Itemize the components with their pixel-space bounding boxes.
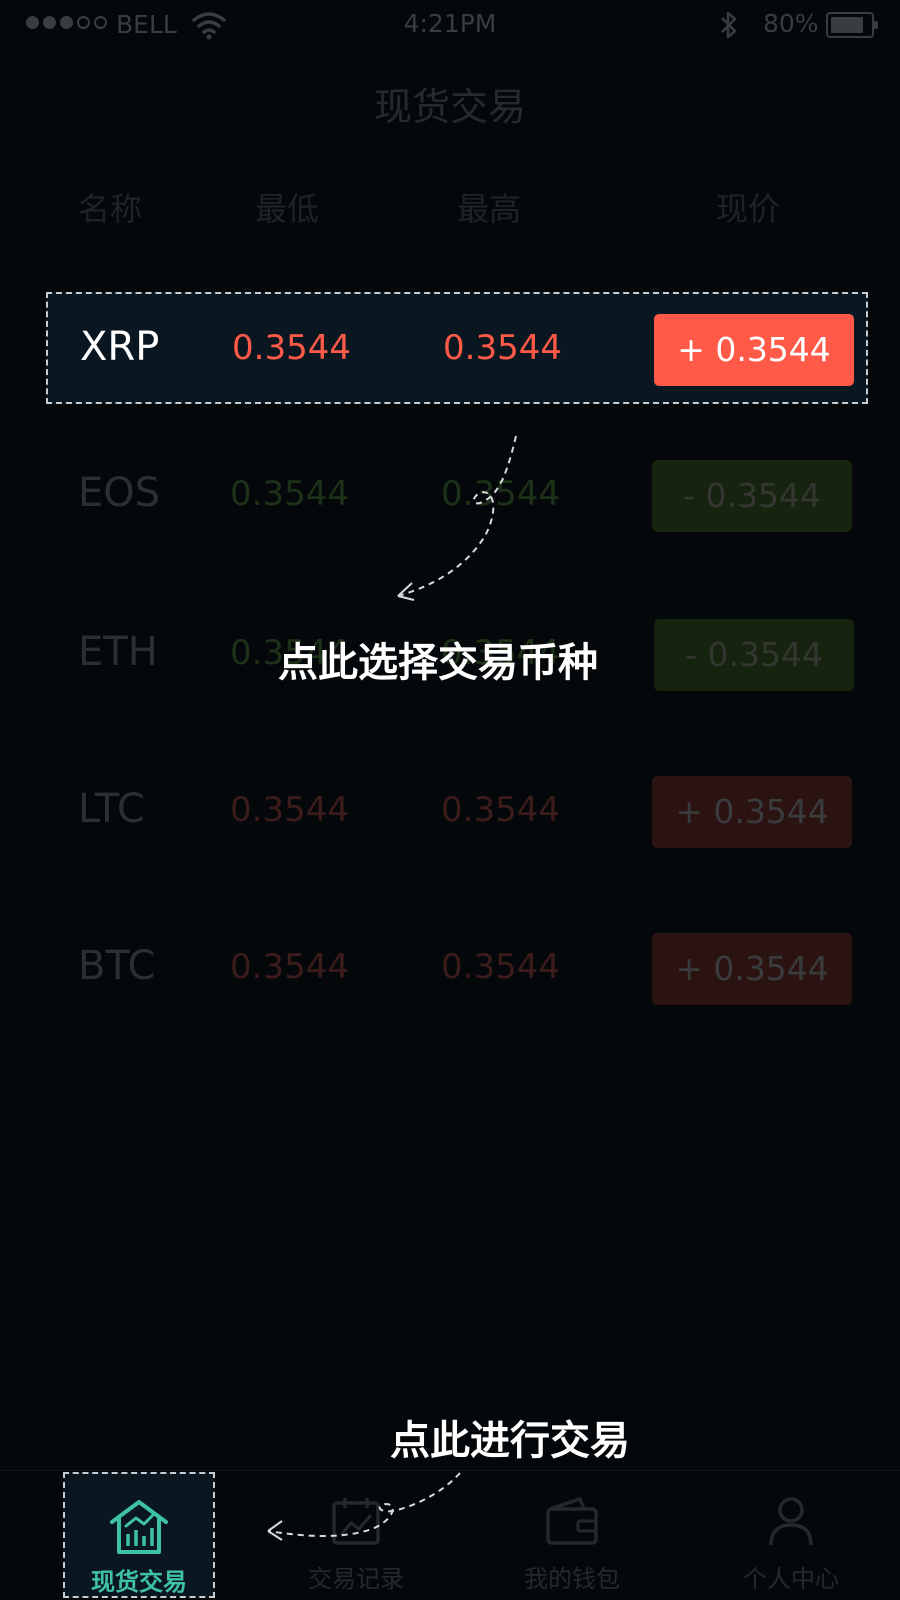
column-header-name: 名称: [78, 190, 143, 228]
app-screen: BELL 4:21PM 80% 现货交易 名称 最低 最高 现价 XRP 0.3…: [0, 0, 900, 1600]
status-bar: BELL 4:21PM 80%: [0, 0, 900, 48]
tab-spot-trading[interactable]: 现货交易: [63, 1472, 215, 1598]
market-row-eos[interactable]: EOS 0.3544 0.3544 - 0.3544: [46, 440, 866, 552]
row-current-price-badge: - 0.3544: [654, 619, 854, 691]
row-high-price: 0.3544: [443, 328, 562, 368]
guide-trade-here-text: 点此进行交易: [390, 1418, 630, 1464]
row-current-price-badge: - 0.3544: [652, 460, 852, 532]
column-header-low: 最低: [255, 190, 320, 228]
page-title: 现货交易: [373, 85, 526, 129]
row-symbol: XRP: [80, 324, 160, 370]
column-header-high: 最高: [457, 190, 522, 228]
row-low-price: 0.3544: [230, 790, 349, 830]
person-icon: [768, 1495, 814, 1551]
row-low-price: 0.3544: [230, 947, 349, 987]
wallet-icon: [544, 1495, 600, 1551]
row-high-price: 0.3544: [441, 790, 560, 830]
battery-icon: [826, 12, 878, 38]
row-symbol: EOS: [78, 470, 161, 516]
row-low-price: 0.3544: [232, 328, 351, 368]
calendar-chart-icon: [331, 1495, 381, 1551]
battery-percent: 80%: [763, 9, 819, 38]
row-high-price: 0.3544: [441, 474, 560, 514]
column-header-current: 现价: [716, 190, 781, 228]
bottom-tab-bar: 现货交易 交易记录 我的钱包 个人中心: [0, 1470, 900, 1600]
tab-my-wallet[interactable]: 我的钱包: [497, 1471, 647, 1600]
market-row-btc[interactable]: BTC 0.3544 0.3544 + 0.3544: [46, 913, 866, 1025]
market-row-xrp[interactable]: XRP 0.3544 0.3544 + 0.3544: [46, 292, 868, 404]
tab-label: 我的钱包: [524, 1565, 620, 1593]
tab-label: 个人中心: [743, 1565, 839, 1593]
tab-label: 交易记录: [308, 1565, 404, 1593]
chart-house-icon: [108, 1498, 170, 1560]
row-high-price: 0.3544: [441, 947, 560, 987]
tab-label: 现货交易: [91, 1568, 187, 1596]
tab-trade-records[interactable]: 交易记录: [281, 1471, 431, 1600]
row-low-price: 0.3544: [230, 474, 349, 514]
row-current-price-badge: + 0.3544: [652, 776, 852, 848]
row-symbol: ETH: [78, 629, 158, 675]
row-symbol: LTC: [78, 786, 145, 832]
bluetooth-icon: [717, 10, 741, 44]
row-symbol: BTC: [78, 943, 156, 989]
market-row-ltc[interactable]: LTC 0.3544 0.3544 + 0.3544: [46, 756, 866, 868]
row-current-price-badge: + 0.3544: [654, 314, 854, 386]
row-current-price-badge: + 0.3544: [652, 933, 852, 1005]
tab-personal-center[interactable]: 个人中心: [716, 1471, 866, 1600]
guide-select-coin-text: 点此选择交易币种: [278, 640, 598, 686]
